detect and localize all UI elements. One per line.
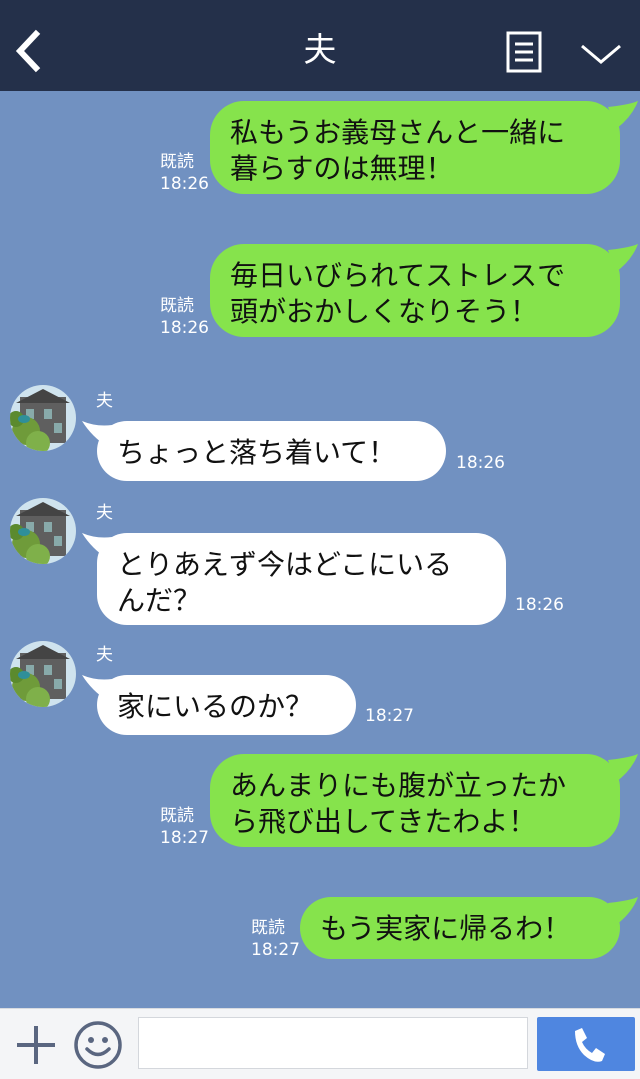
message-time: 18:26 xyxy=(515,595,564,615)
sender-name: 夫 xyxy=(96,645,113,665)
read-receipt: 既読 18:26 xyxy=(160,296,209,338)
outgoing-message[interactable]: あんまりにも腹が立ったか ら飛び出してきたわよ！ xyxy=(210,754,620,847)
avatar[interactable] xyxy=(10,385,76,451)
message-time: 18:26 xyxy=(456,453,505,473)
message-input[interactable] xyxy=(138,1017,528,1069)
message-time: 18:27 xyxy=(365,706,414,726)
outgoing-message[interactable]: 毎日いびられてストレスで 頭がおかしくなりそう！ xyxy=(210,244,620,337)
call-button[interactable] xyxy=(537,1017,635,1071)
message-list[interactable]: 既読 18:26 私もうお義母さんと一緒に 暮らすのは無理！ 既読 18:26 … xyxy=(0,91,640,1008)
incoming-message[interactable]: 家にいるのか？ xyxy=(97,675,356,735)
plus-icon[interactable] xyxy=(14,1023,58,1067)
sender-name: 夫 xyxy=(96,503,113,523)
chat-header: 夫 xyxy=(0,0,640,91)
outgoing-message[interactable]: 私もうお義母さんと一緒に 暮らすのは無理！ xyxy=(210,101,620,194)
outgoing-message[interactable]: もう実家に帰るわ！ xyxy=(300,897,620,959)
avatar[interactable] xyxy=(10,641,76,707)
bubble-tail-icon xyxy=(608,244,638,272)
document-menu-icon[interactable] xyxy=(506,31,542,73)
read-receipt: 既読 18:26 xyxy=(160,152,209,194)
bubble-tail-icon xyxy=(608,101,638,129)
phone-icon xyxy=(575,1028,605,1062)
bubble-tail-icon xyxy=(608,754,638,782)
chevron-down-icon[interactable] xyxy=(578,38,624,70)
incoming-message[interactable]: ちょっと落ち着いて！ xyxy=(97,421,446,481)
chat-title: 夫 xyxy=(303,30,337,69)
incoming-message[interactable]: とりあえず今はどこにいる んだ？ xyxy=(97,533,506,625)
read-receipt: 既読 18:27 xyxy=(251,918,300,960)
sender-name: 夫 xyxy=(96,391,113,411)
avatar[interactable] xyxy=(10,498,76,564)
message-composer xyxy=(0,1008,640,1079)
read-receipt: 既読 18:27 xyxy=(160,806,209,848)
bubble-tail-icon xyxy=(608,897,638,925)
smiley-icon[interactable] xyxy=(73,1020,123,1070)
